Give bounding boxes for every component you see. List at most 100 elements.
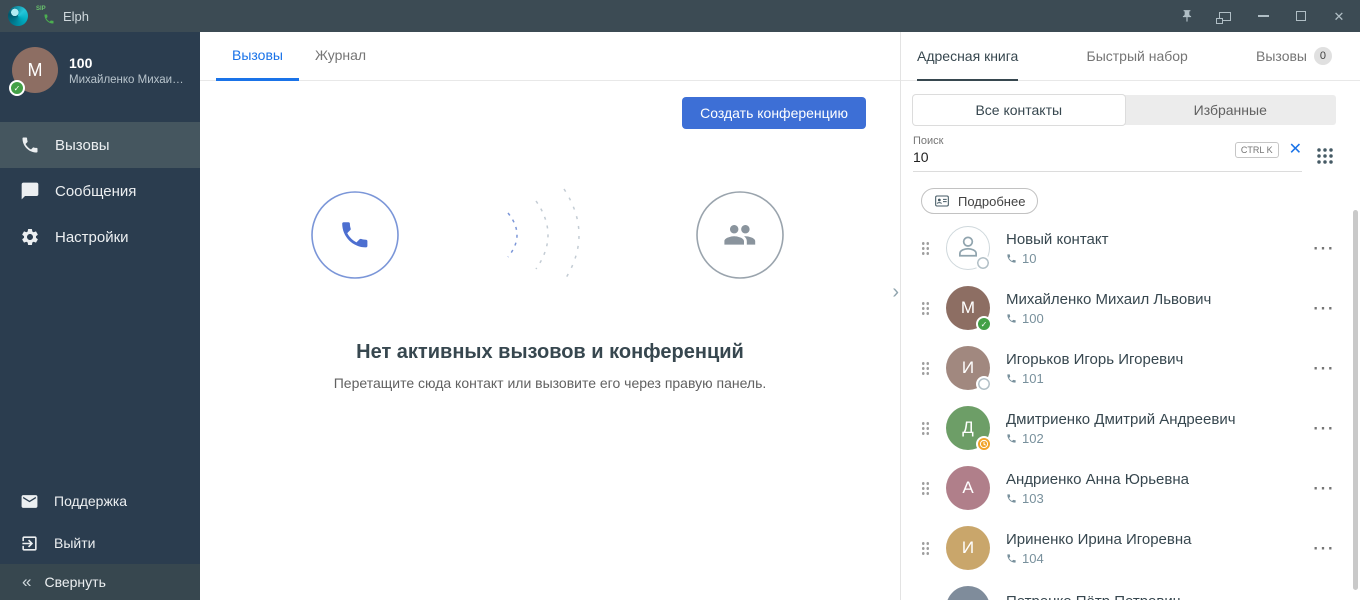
contact-number: 104	[1006, 551, 1296, 566]
right-panel: Адресная книга Быстрый набор Вызовы 0 Вс…	[900, 32, 1360, 600]
contact-avatar	[946, 226, 990, 270]
pin-button[interactable]	[1178, 7, 1196, 25]
contact-info: Игорьков Игорь Игоревич 101	[1006, 351, 1296, 386]
sidebar-spacer	[0, 260, 200, 480]
contact-info: Новый контакт 10	[1006, 231, 1296, 266]
phone-icon	[20, 135, 40, 155]
contact-row[interactable]: И Ириненко Ирина Игоревна 104 ⋯	[901, 518, 1360, 578]
sidebar-footer: Поддержка Выйти	[0, 480, 200, 564]
more-options-button[interactable]: ⋯	[1312, 303, 1334, 313]
drag-handle-icon[interactable]	[921, 481, 930, 496]
sidebar-item-label: Настройки	[55, 229, 129, 246]
empty-state-illustration	[270, 155, 830, 325]
drag-handle-icon[interactable]	[921, 301, 930, 316]
search-input[interactable]: 10	[913, 149, 1225, 165]
tab-calls-right[interactable]: Вызовы 0	[1256, 32, 1332, 81]
contact-number-text: 10	[1022, 251, 1036, 266]
search-field[interactable]: Поиск 10 CTRL K ✕	[913, 135, 1302, 172]
contact-row[interactable]: А Андриенко Анна Юрьевна 103 ⋯	[901, 458, 1360, 518]
collapse-sidebar-button[interactable]: « Свернуть	[0, 564, 200, 600]
contact-avatar: И	[946, 526, 990, 570]
collapse-right-panel-button[interactable]: ›	[892, 282, 899, 302]
drag-handle-icon[interactable]	[921, 421, 930, 436]
create-conference-button[interactable]: Создать конференцию	[682, 97, 866, 129]
more-options-button[interactable]: ⋯	[1312, 423, 1334, 433]
status-badge	[976, 436, 992, 452]
tab-address-book[interactable]: Адресная книга	[917, 32, 1018, 81]
details-label: Подробнее	[958, 194, 1025, 209]
contact-avatar: П	[946, 586, 990, 600]
close-button[interactable]: ✕	[1330, 7, 1348, 25]
minimize-button[interactable]	[1254, 7, 1272, 25]
sidebar: М ✓ 100 Михайленко Михаи… Вызовы Сообщен…	[0, 32, 200, 600]
contact-row[interactable]: И Игорьков Игорь Игоревич 101 ⋯	[901, 338, 1360, 398]
contact-filter: Все контакты Избранные	[913, 95, 1336, 125]
contact-number-text: 104	[1022, 551, 1044, 566]
more-options-button[interactable]: ⋯	[1312, 363, 1334, 373]
profile-meta: 100 Михайленко Михаи…	[69, 55, 184, 86]
calls-count-badge: 0	[1314, 47, 1332, 65]
contact-number: 102	[1006, 431, 1296, 446]
filter-favorites[interactable]: Избранные	[1125, 95, 1337, 125]
phone-small-icon	[1006, 493, 1017, 504]
sidebar-item-logout[interactable]: Выйти	[0, 522, 200, 564]
chevron-double-left-icon: «	[22, 575, 31, 589]
clear-search-icon[interactable]: ✕	[1289, 142, 1302, 158]
contact-name: Андриенко Анна Юрьевна	[1006, 471, 1296, 488]
details-row: Подробнее	[921, 188, 1360, 214]
sidebar-item-messages[interactable]: Сообщения	[0, 168, 200, 214]
phone-small-icon	[1006, 313, 1017, 324]
compact-mode-button[interactable]	[1216, 7, 1234, 25]
contact-number: 10	[1006, 251, 1296, 266]
more-options-button[interactable]: ⋯	[1312, 243, 1334, 253]
sidebar-item-calls[interactable]: Вызовы	[0, 122, 200, 168]
sidebar-item-support[interactable]: Поддержка	[0, 480, 200, 522]
contact-row[interactable]: М ✓ Михайленко Михаил Львович 100 ⋯	[901, 278, 1360, 338]
contact-row[interactable]: Д Дмитриенко Дмитрий Андреевич 102 ⋯	[901, 398, 1360, 458]
phone-small-icon	[1006, 253, 1017, 264]
contact-name: Михайленко Михаил Львович	[1006, 291, 1296, 308]
sidebar-item-label: Выйти	[54, 535, 95, 551]
contact-number-text: 102	[1022, 431, 1044, 446]
phone-small-icon	[1006, 433, 1017, 444]
contact-number: 100	[1006, 311, 1296, 326]
drag-handle-icon[interactable]	[921, 541, 930, 556]
contact-row[interactable]: П Петренко Пётр Петрович ⋯	[901, 578, 1360, 600]
contact-number: 103	[1006, 491, 1296, 506]
maximize-button[interactable]	[1292, 7, 1310, 25]
filter-all-contacts[interactable]: Все контакты	[913, 95, 1125, 125]
contact-info: Петренко Пётр Петрович	[1006, 593, 1296, 600]
contact-number-text: 101	[1022, 371, 1044, 386]
collapse-label: Свернуть	[44, 574, 105, 590]
details-button[interactable]: Подробнее	[921, 188, 1038, 214]
scrollbar[interactable]	[1353, 210, 1358, 590]
online-status-badge: ✓	[9, 80, 25, 96]
dialpad-icon[interactable]	[1316, 147, 1334, 165]
sidebar-item-label: Вызовы	[55, 137, 110, 154]
sidebar-item-label: Поддержка	[54, 493, 127, 509]
tab-journal[interactable]: Журнал	[299, 32, 382, 81]
search-area: Поиск 10 CTRL K ✕	[913, 135, 1334, 172]
sidebar-item-label: Сообщения	[55, 183, 136, 200]
contact-row[interactable]: Новый контакт 10 ⋯	[901, 218, 1360, 278]
titlebar-left: SIP Elph	[8, 6, 89, 26]
empty-state-title: Нет активных вызовов и конференций	[356, 341, 744, 364]
titlebar: SIP Elph ✕	[0, 0, 1360, 32]
more-options-button[interactable]: ⋯	[1312, 543, 1334, 553]
sidebar-item-settings[interactable]: Настройки	[0, 214, 200, 260]
avatar-initial: А	[962, 478, 973, 498]
contact-number: 101	[1006, 371, 1296, 386]
contact-avatar: А	[946, 466, 990, 510]
tab-speed-dial[interactable]: Быстрый набор	[1087, 32, 1188, 81]
drag-handle-icon[interactable]	[921, 241, 930, 256]
user-profile[interactable]: М ✓ 100 Михайленко Михаи…	[0, 32, 200, 108]
contact-avatar: И	[946, 346, 990, 390]
drag-handle-icon[interactable]	[921, 361, 930, 376]
empty-state: Нет активных вызовов и конференций Перет…	[200, 155, 900, 391]
contact-card-icon	[934, 193, 950, 209]
more-options-button[interactable]: ⋯	[1312, 483, 1334, 493]
app-logo-icon	[8, 6, 28, 26]
contact-avatar: Д	[946, 406, 990, 450]
tab-calls[interactable]: Вызовы	[216, 32, 299, 81]
contact-name: Ириненко Ирина Игоревна	[1006, 531, 1296, 548]
